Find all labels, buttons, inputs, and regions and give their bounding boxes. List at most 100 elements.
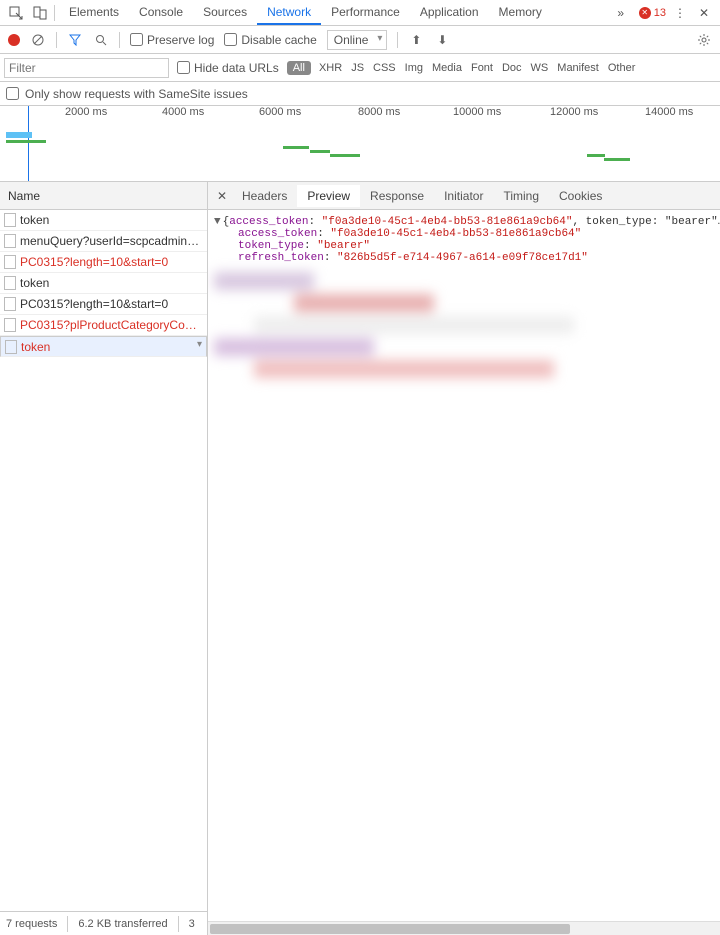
timeline-bar	[6, 132, 32, 138]
request-name: PC0315?length=10&start=0	[20, 297, 168, 311]
request-row[interactable]: token	[0, 273, 207, 294]
file-icon	[5, 340, 17, 354]
file-icon	[4, 276, 16, 290]
detail-tab-initiator[interactable]: Initiator	[434, 185, 493, 207]
status-requests: 7 requests	[6, 918, 57, 930]
json-value: "f0a3de10-45c1-4eb4-bb53-81e861a9cb64"	[322, 216, 573, 228]
filter-type-font[interactable]: Font	[471, 62, 493, 74]
tab-memory[interactable]: Memory	[489, 1, 552, 25]
horizontal-scrollbar[interactable]	[208, 921, 720, 935]
disable-cache-checkbox[interactable]: Disable cache	[224, 33, 316, 47]
file-icon	[4, 213, 16, 227]
preview-row: refresh_token: "826b5d5f-e714-4967-a614-…	[214, 252, 720, 264]
request-row[interactable]: menuQuery?userId=scpcadmin…	[0, 231, 207, 252]
throttling-select[interactable]: Online	[327, 30, 388, 50]
json-key: token_type	[238, 240, 304, 252]
inspect-icon[interactable]	[6, 3, 26, 23]
gear-icon[interactable]	[696, 32, 712, 48]
kebab-menu-icon[interactable]: ⋮	[670, 3, 690, 23]
timeline-bar	[283, 146, 309, 149]
json-key: access_token	[238, 228, 317, 240]
filter-type-css[interactable]: CSS	[373, 62, 396, 74]
upload-icon[interactable]: ⬆	[408, 32, 424, 48]
tab-sources[interactable]: Sources	[193, 1, 257, 25]
name-column-header[interactable]: Name	[0, 182, 207, 210]
filter-input[interactable]	[4, 58, 169, 78]
request-row[interactable]: token	[0, 210, 207, 231]
search-icon[interactable]	[93, 32, 109, 48]
filter-type-other[interactable]: Other	[608, 62, 636, 74]
hide-data-urls-checkbox[interactable]: Hide data URLs	[177, 61, 279, 75]
separator	[54, 5, 55, 21]
timeline-mark: 14000 ms	[645, 106, 693, 118]
tab-console[interactable]: Console	[129, 1, 193, 25]
scrollbar-thumb[interactable]	[210, 924, 570, 934]
filter-type-ws[interactable]: WS	[531, 62, 549, 74]
tab-elements[interactable]: Elements	[59, 1, 129, 25]
status-bar: 7 requests 6.2 KB transferred 3	[0, 911, 207, 935]
file-icon	[4, 297, 16, 311]
timeline-mark: 2000 ms	[65, 106, 107, 118]
devtools-top-bar: ElementsConsoleSourcesNetworkPerformance…	[0, 0, 720, 26]
request-name: token	[21, 340, 50, 354]
timeline-bar	[310, 150, 330, 153]
clear-icon[interactable]	[30, 32, 46, 48]
preview-header-line: ▼{access_token: "f0a3de10-45c1-4eb4-bb53…	[214, 216, 720, 228]
filter-type-manifest[interactable]: Manifest	[557, 62, 599, 74]
preview-row: token_type: "bearer"	[214, 240, 720, 252]
preserve-log-checkbox[interactable]: Preserve log	[130, 33, 214, 47]
filter-type-img[interactable]: Img	[405, 62, 423, 74]
filter-icon[interactable]	[67, 32, 83, 48]
json-value: "f0a3de10-45c1-4eb4-bb53-81e861a9cb64"	[330, 228, 581, 240]
samesite-label: Only show requests with SameSite issues	[25, 87, 248, 101]
more-tabs-icon[interactable]: »	[611, 3, 631, 23]
detail-tabs: ✕ HeadersPreviewResponseInitiatorTimingC…	[208, 182, 720, 210]
request-list-pane: Name token menuQuery?userId=scpcadmin… PC0…	[0, 182, 208, 935]
waterfall-timeline[interactable]: 2000 ms4000 ms6000 ms8000 ms10000 ms1200…	[0, 106, 720, 182]
filter-type-xhr[interactable]: XHR	[319, 62, 342, 74]
samesite-checkbox[interactable]	[6, 87, 19, 100]
request-row[interactable]: PC0315?plProductCategoryCod…	[0, 315, 207, 336]
filter-type-doc[interactable]: Doc	[502, 62, 522, 74]
filter-type-js[interactable]: JS	[351, 62, 364, 74]
download-icon[interactable]: ⬇	[434, 32, 450, 48]
detail-tab-headers[interactable]: Headers	[232, 185, 297, 207]
preview-rows: access_token: "f0a3de10-45c1-4eb4-bb53-8…	[214, 228, 720, 264]
detail-tab-response[interactable]: Response	[360, 185, 434, 207]
timeline-labels: 2000 ms4000 ms6000 ms8000 ms10000 ms1200…	[0, 106, 720, 124]
record-button[interactable]	[8, 34, 20, 46]
filter-all-pill[interactable]: All	[287, 61, 311, 75]
json-key: access_token	[229, 216, 308, 228]
detail-tab-timing[interactable]: Timing	[493, 185, 549, 207]
request-list: token menuQuery?userId=scpcadmin… PC0315?l…	[0, 210, 207, 911]
filter-type-media[interactable]: Media	[432, 62, 462, 74]
timeline-mark: 6000 ms	[259, 106, 301, 118]
timeline-mark: 4000 ms	[162, 106, 204, 118]
detail-pane: ✕ HeadersPreviewResponseInitiatorTimingC…	[208, 182, 720, 935]
tab-network[interactable]: Network	[257, 1, 321, 25]
tab-application[interactable]: Application	[410, 1, 489, 25]
status-extra: 3	[189, 918, 195, 930]
timeline-mark: 12000 ms	[550, 106, 598, 118]
request-name: menuQuery?userId=scpcadmin…	[20, 234, 199, 248]
device-toggle-icon[interactable]	[30, 3, 50, 23]
filter-bar: Hide data URLs All XHR JS CSS Img Media Font D…	[0, 54, 720, 82]
close-icon[interactable]: ✕	[694, 3, 714, 23]
detail-tab-preview[interactable]: Preview	[297, 185, 360, 207]
expand-toggle-icon[interactable]: ▼	[214, 216, 221, 228]
disable-cache-label: Disable cache	[241, 33, 316, 47]
tab-performance[interactable]: Performance	[321, 1, 410, 25]
close-detail-icon[interactable]: ✕	[212, 189, 232, 203]
request-name: PC0315?plProductCategoryCod…	[20, 318, 203, 332]
timeline-mark: 8000 ms	[358, 106, 400, 118]
detail-tab-cookies[interactable]: Cookies	[549, 185, 612, 207]
request-row[interactable]: token	[0, 336, 207, 357]
error-indicator[interactable]: ✕13	[639, 7, 666, 19]
preview-content[interactable]: ▼{access_token: "f0a3de10-45c1-4eb4-bb53…	[208, 210, 720, 921]
request-row[interactable]: PC0315?length=10&start=0	[0, 252, 207, 273]
request-name: token	[20, 276, 49, 290]
filter-types: XHR JS CSS Img Media Font Doc WS Manifest Other	[319, 62, 635, 74]
request-row[interactable]: PC0315?length=10&start=0	[0, 294, 207, 315]
blurred-region	[214, 272, 720, 378]
main-split: Name token menuQuery?userId=scpcadmin… PC0…	[0, 182, 720, 935]
